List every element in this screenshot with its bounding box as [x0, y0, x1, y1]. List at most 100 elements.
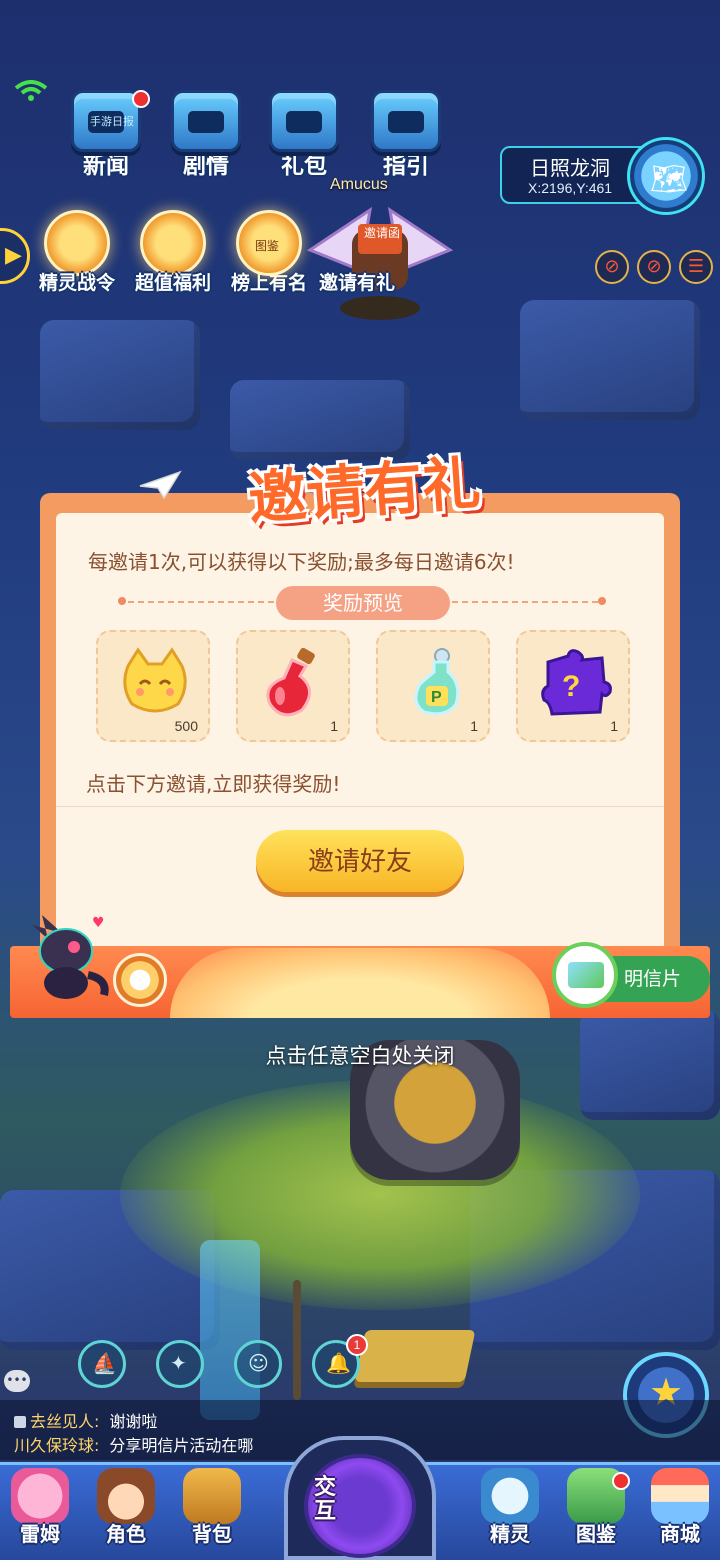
divider-right: [452, 601, 598, 603]
nav-shop[interactable]: 商城: [640, 1468, 720, 1547]
svg-text:♥: ♥: [92, 915, 105, 931]
mute-sound-toggle[interactable]: ⊘: [637, 250, 671, 284]
event-welfare[interactable]: 超值福利: [118, 210, 228, 295]
top-menu-news[interactable]: 手游日报 新闻: [60, 90, 152, 180]
newspaper-icon: 手游日报: [71, 90, 141, 152]
leaderboard-trophy-icon: 图鉴: [236, 210, 302, 276]
mute-effects-toggle[interactable]: ⊘: [595, 250, 629, 284]
boat-icon: ⛵: [92, 1351, 117, 1375]
nav-label: 商城: [660, 1522, 700, 1546]
no-sound-icon: ⊘: [646, 256, 662, 277]
map-button[interactable]: 🗺: [627, 137, 705, 215]
nav-label: 背包: [192, 1522, 232, 1546]
speaker-icon: [14, 1416, 26, 1428]
divider-left: [128, 601, 274, 603]
story-icon: [171, 90, 241, 152]
reward-quantity: 1: [470, 718, 478, 734]
backpack-icon: [183, 1468, 241, 1524]
interact-label: 交互: [314, 1475, 337, 1524]
top-menu-story[interactable]: 剧情: [160, 90, 252, 180]
quick-action-boat[interactable]: ⛵: [78, 1340, 126, 1388]
reward-slot[interactable]: ? 1: [516, 630, 630, 742]
postcard-icon[interactable]: [552, 942, 618, 1008]
chat-sender: 去丝见人:: [30, 1412, 100, 1431]
invite-friends-button[interactable]: 邀请好友: [256, 830, 464, 892]
guide-icon: [371, 90, 441, 152]
svg-text:?: ?: [562, 670, 580, 703]
nav-backpack[interactable]: 背包: [172, 1468, 252, 1547]
nav-label: 精灵: [490, 1522, 530, 1546]
lamp-post: [293, 1280, 301, 1400]
reward-slot[interactable]: 500: [96, 630, 210, 742]
reward-preview-label: 奖励预览: [276, 586, 450, 620]
nav-label: 图鉴: [576, 1522, 616, 1546]
reward-quantity: 1: [330, 718, 338, 734]
background-rock: [520, 300, 700, 420]
event-label: 精灵战令: [38, 272, 115, 294]
chat-text: 分享明信片活动在哪: [109, 1436, 254, 1455]
event-invite[interactable]: 邀请有礼: [302, 210, 412, 295]
chat-text: 谢谢啦: [109, 1412, 158, 1431]
battle-pass-icon: [44, 210, 110, 276]
invite-hint: 点击下方邀请,立即获得奖励!: [86, 772, 341, 796]
no-effects-icon: ⊘: [604, 256, 620, 277]
cat-coin-icon: [123, 647, 187, 713]
red-potion-icon: [266, 647, 315, 717]
reward-slot[interactable]: P 1: [376, 630, 490, 742]
capture-ball-icon: [113, 953, 167, 1007]
shop-icon: [651, 1468, 709, 1524]
more-toggle[interactable]: ☰: [679, 250, 713, 284]
interact-button[interactable]: 交互: [284, 1436, 436, 1560]
top-menu-gift-pack[interactable]: 礼包: [258, 90, 350, 180]
waterfall: [200, 1240, 260, 1420]
top-menu-guide[interactable]: 指引: [360, 90, 452, 180]
reward-quantity: 1: [610, 718, 618, 734]
event-battle-pass[interactable]: 精灵战令: [22, 210, 132, 295]
lemu-icon: [11, 1468, 69, 1524]
background-rock: [40, 320, 200, 430]
news-screen-text: 手游日报: [90, 115, 134, 128]
friends-icon: ☺: [248, 1351, 269, 1375]
bell-badge: 1: [346, 1334, 368, 1356]
nav-spirit[interactable]: 精灵: [470, 1468, 550, 1547]
nav-label: 角色: [106, 1522, 146, 1546]
bell-icon: 🔔: [326, 1351, 351, 1375]
nav-lemu[interactable]: 雷姆: [0, 1468, 80, 1547]
dialog-separator: [56, 806, 664, 807]
nav-handbook[interactable]: 图鉴: [556, 1468, 636, 1547]
reward-quantity: 500: [174, 718, 198, 734]
nav-label: 雷姆: [20, 1522, 60, 1546]
paper-plane-icon: [139, 470, 182, 500]
sunrise-decoration: [170, 948, 550, 1018]
wooden-bench: [354, 1330, 476, 1382]
trophy-icon-text: 图鉴: [255, 239, 280, 253]
p-potion-icon: P: [414, 648, 460, 716]
gift-pack-icon: [269, 90, 339, 152]
event-label: 超值福利: [134, 272, 211, 294]
wifi-icon: [14, 80, 48, 101]
divider-dot: [598, 597, 606, 605]
quick-action-friends[interactable]: ☺: [234, 1340, 282, 1388]
more-icon: ☰: [687, 256, 705, 277]
quick-action-team[interactable]: ✦: [156, 1340, 204, 1388]
nav-character[interactable]: 角色: [86, 1468, 166, 1547]
close-hint[interactable]: 点击任意空白处关闭: [0, 1040, 720, 1070]
dragon-mascot: ♥: [32, 915, 109, 999]
reward-slot[interactable]: 1: [236, 630, 350, 742]
welfare-gift-icon: [140, 210, 206, 276]
location-coords: X:2196,Y:461: [528, 180, 613, 196]
play-arrow-icon: ▶: [5, 243, 22, 268]
invite-description: 每邀请1次,可以获得以下奖励;最多每日邀请6次!: [88, 550, 515, 574]
map-icon: 🗺: [650, 162, 689, 197]
player-name: Amucus: [330, 176, 388, 193]
divider-dot: [118, 597, 126, 605]
invite-letter-text: 邀请函: [364, 226, 401, 240]
notification-dot: [132, 90, 150, 108]
chat-bubble-icon[interactable]: •••: [4, 1370, 30, 1392]
team-icon: ✦: [170, 1351, 187, 1375]
mystery-puzzle-icon: ?: [541, 649, 612, 716]
chat-message: 川久保玲球: 分享明信片活动在哪: [14, 1432, 253, 1456]
chat-message: 去丝见人: 谢谢啦: [14, 1408, 157, 1432]
notification-dot: [612, 1472, 630, 1490]
character-icon: [97, 1468, 155, 1524]
